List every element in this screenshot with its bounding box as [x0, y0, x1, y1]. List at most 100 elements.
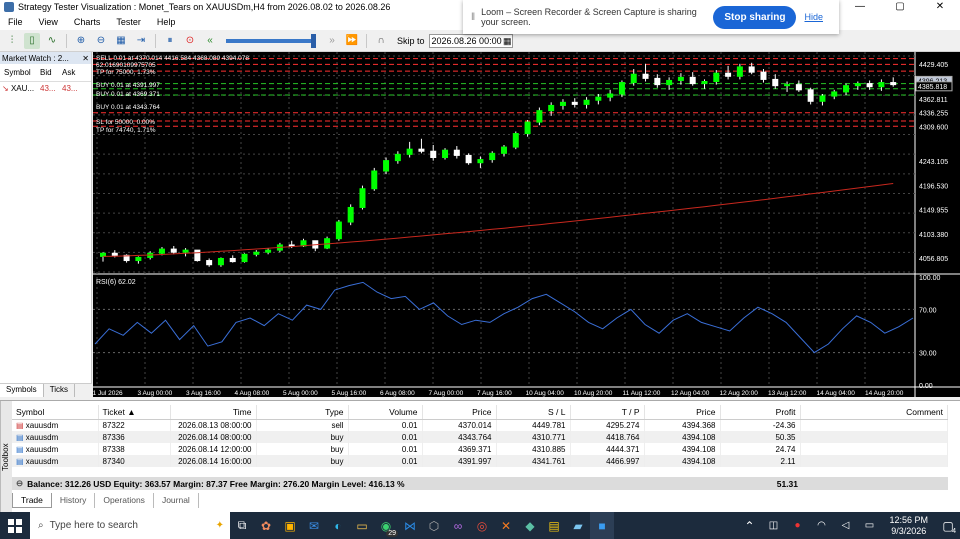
rewind-icon[interactable]: « [202, 33, 218, 49]
balance-bar: ⊖ Balance: 312.26 USD Equity: 363.57 Mar… [12, 477, 948, 490]
metatrader-icon[interactable]: ◆ [518, 512, 542, 539]
network-app-icon[interactable]: ⬡ [422, 512, 446, 539]
trade-profit: 2.11 [720, 455, 801, 467]
col-ticket-header[interactable]: Ticket ▲ [98, 405, 171, 420]
col-price-header[interactable]: Price [422, 405, 497, 420]
battery-icon[interactable]: ▭ [857, 512, 881, 539]
trade-open-price: 4369.371 [422, 443, 497, 455]
active-app-icon[interactable]: ■ [590, 512, 614, 539]
col-profit-header[interactable]: Profit [720, 405, 801, 420]
chevron-up-icon[interactable]: ⌃ [737, 512, 761, 539]
tab-trade[interactable]: Trade [12, 493, 52, 508]
col-time-header[interactable]: Time [170, 405, 257, 420]
menu-file[interactable]: File [0, 17, 31, 27]
xampp-icon[interactable]: ✕ [494, 512, 518, 539]
trade-row[interactable]: ▤ xauusdm 87338 2026.08.14 12:00:00 buy 0.01… [12, 443, 948, 455]
forward-icon[interactable]: ⏩ [344, 33, 360, 49]
candle-up [182, 249, 189, 253]
speed-slider[interactable] [226, 33, 316, 48]
tab-operations[interactable]: Operations [95, 493, 154, 508]
trade-row[interactable]: ▤ xauusdm 87322 2026.08.13 08:00:00 sell 0.0… [12, 419, 948, 431]
zoom-in-icon[interactable]: ⊕ [73, 33, 89, 49]
col-current-price-header[interactable]: Price [644, 405, 721, 420]
clock[interactable]: 12:56 PM 9/3/2026 [889, 515, 928, 537]
slider-knob[interactable] [311, 33, 316, 48]
menu-help[interactable]: Help [149, 17, 184, 27]
price-tick-label: 4149.955 [919, 208, 948, 215]
store-icon[interactable]: ▣ [278, 512, 302, 539]
chrome-icon[interactable]: ◎ [470, 512, 494, 539]
market-watch-columns: Symbol Bid Ask [0, 64, 91, 82]
edge-icon[interactable]: ◐ [326, 512, 350, 539]
col-type-header[interactable]: Type [256, 405, 349, 420]
tab-symbols[interactable]: Symbols [0, 384, 44, 397]
line-chart-icon[interactable]: ∿ [44, 33, 60, 49]
trade-row[interactable]: ▤ xauusdm 87336 2026.08.14 08:00:00 buy 0.01… [12, 431, 948, 443]
col-ask[interactable]: Ask [62, 68, 84, 77]
zoom-out-icon[interactable]: ⊖ [93, 33, 109, 49]
menu-tester[interactable]: Tester [108, 17, 149, 27]
record-icon[interactable]: ● [785, 512, 809, 539]
stop-icon[interactable]: ⊙ [182, 33, 198, 49]
toolbox-side-label[interactable]: Toolbox [0, 401, 12, 513]
file-explorer-icon[interactable]: ▭ [350, 512, 374, 539]
grid-icon[interactable]: ▦ [113, 33, 129, 49]
candle-up [559, 101, 566, 106]
maximize-button[interactable]: ▢ [880, 0, 920, 14]
pause-icon[interactable]: ⏸ [162, 33, 178, 49]
col-comment-header[interactable]: Comment [800, 405, 948, 420]
bar-chart-icon[interactable]: ⫶ [4, 33, 20, 49]
notification-icon[interactable]: ▢ 4 [936, 512, 960, 539]
whatsapp-icon[interactable]: ◉ 29 [374, 512, 398, 539]
camera-icon[interactable]: ◫ [761, 512, 785, 539]
calendar-icon[interactable]: ▦ [503, 35, 512, 47]
task-view-icon[interactable]: ⧉ [230, 512, 254, 539]
col-tp-header[interactable]: T / P [570, 405, 645, 420]
drag-handle-icon[interactable]: ‖ [471, 12, 475, 23]
col-symbol-header[interactable]: Symbol [12, 405, 99, 420]
stop-sharing-button[interactable]: Stop sharing [713, 5, 797, 29]
separator [155, 33, 156, 48]
volume-icon[interactable]: ◁ [833, 512, 857, 539]
headset-icon[interactable]: ∩ [373, 33, 389, 49]
candle-down [725, 72, 732, 77]
skip-to-date-input[interactable]: 2026.08.26 00:00 ▦ [428, 33, 513, 48]
terminal-app-icon[interactable]: ▰ [566, 512, 590, 539]
price-chart[interactable]: 4429.4054396.2134362.8114336.2554309.600… [89, 52, 960, 397]
menu-view[interactable]: View [31, 17, 66, 27]
trade-symbol-text: xauusdm [25, 432, 59, 442]
candles-icon[interactable]: ▯ [24, 32, 40, 49]
col-volume-header[interactable]: Volume [348, 405, 423, 420]
balance-text: Balance: 312.26 USD Equity: 363.57 Margi… [27, 478, 405, 489]
outlook-icon[interactable]: ✉ [302, 512, 326, 539]
chart-canvas[interactable]: 4429.4054396.2134362.8114336.2554309.600… [89, 52, 960, 397]
tab-journal[interactable]: Journal [154, 493, 199, 508]
visual-studio-icon[interactable]: ∞ [446, 512, 470, 539]
tab-history[interactable]: History [52, 493, 96, 508]
candle-up [135, 256, 142, 262]
notes-icon[interactable]: ▤ [542, 512, 566, 539]
trade-row[interactable]: ▤ xauusdm 87340 2026.08.14 16:00:00 buy 0.01… [12, 455, 948, 467]
copilot-icon[interactable]: ✿ [254, 512, 278, 539]
candle-up [784, 84, 791, 87]
market-watch-row[interactable]: ↘ XAU... 43... 43... [0, 82, 91, 94]
wifi-icon[interactable]: ◠ [809, 512, 833, 539]
close-icon[interactable]: ✕ [82, 54, 89, 63]
candle-down [288, 244, 295, 247]
start-button[interactable] [0, 512, 30, 539]
autoscroll-icon[interactable]: ⇥ [133, 33, 149, 49]
col-sl-header[interactable]: S / L [496, 405, 571, 420]
step-icon[interactable]: » [324, 33, 340, 49]
vscode-icon[interactable]: ⋈ [398, 512, 422, 539]
windows-logo-icon [8, 518, 22, 533]
col-symbol[interactable]: Symbol [0, 68, 40, 77]
candle-up [371, 170, 378, 190]
taskbar-search[interactable]: ⌕ Type here to search ✦ [30, 512, 230, 539]
tab-ticks[interactable]: Ticks [44, 384, 76, 397]
minimize-button[interactable]: — [840, 0, 880, 14]
hide-link[interactable]: Hide [804, 12, 823, 22]
close-button[interactable]: ✕ [920, 0, 960, 14]
whatsapp-badge: 29 [386, 530, 398, 537]
col-bid[interactable]: Bid [40, 68, 62, 77]
menu-charts[interactable]: Charts [66, 17, 109, 27]
